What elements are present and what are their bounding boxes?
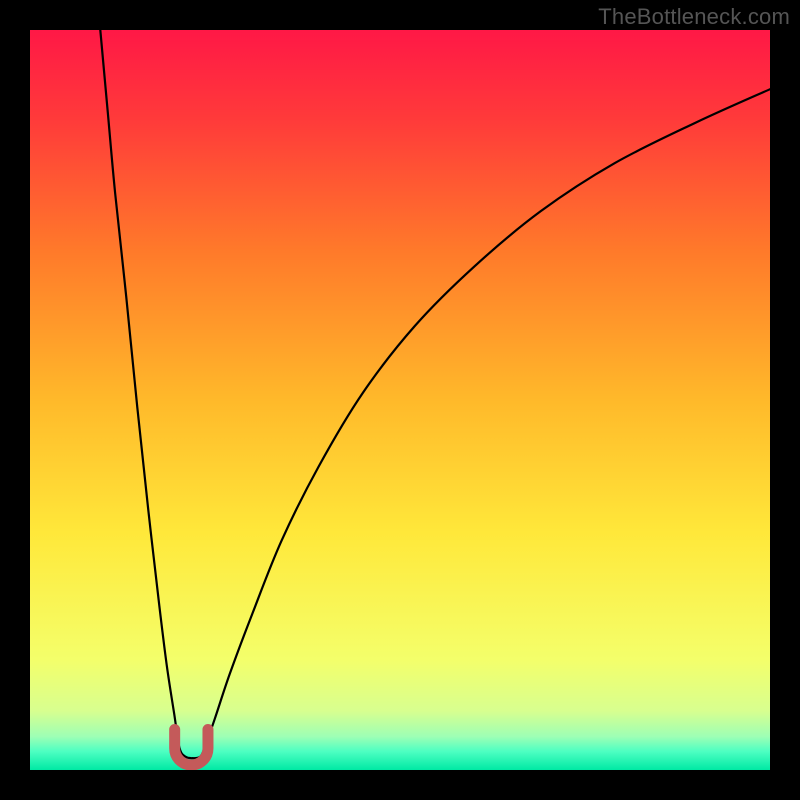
chart-svg — [30, 30, 770, 770]
outer-frame: TheBottleneck.com — [0, 0, 800, 800]
plot-area — [30, 30, 770, 770]
watermark-text: TheBottleneck.com — [598, 4, 790, 30]
